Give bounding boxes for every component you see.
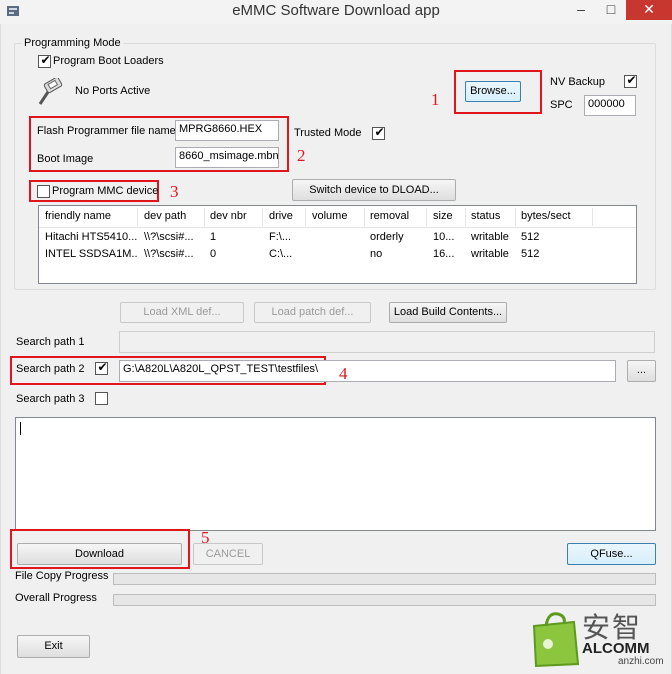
column-header[interactable]: bytes/sect [521, 210, 571, 222]
table-cell: 512 [521, 248, 540, 260]
checkmark-icon: ✔ [626, 73, 637, 87]
table-cell: 512 [521, 231, 540, 243]
spc-label: SPC [550, 99, 573, 111]
watermark-logo: 安智 ALCOMM anzhi.com [526, 606, 666, 668]
file-copy-progress-label: File Copy Progress [15, 570, 109, 582]
load-build-contents-button[interactable]: Load Build Contents... [389, 302, 507, 323]
title-bar: eMMC Software Download app – □ ✕ [0, 0, 672, 24]
flash-programmer-input[interactable]: MPRG8660.HEX [175, 120, 279, 141]
column-header[interactable]: removal [370, 210, 409, 222]
checkmark-icon: ✔ [374, 125, 385, 139]
search-path-3-checkbox[interactable] [95, 392, 108, 405]
trusted-mode-label: Trusted Mode [294, 127, 362, 139]
annotation-number-2: 2 [297, 146, 306, 165]
programming-mode-label: Programming Mode [22, 37, 123, 49]
table-row[interactable]: Hitachi HTS5410... \\?\scsi#... 1 F:\...… [39, 231, 636, 248]
load-patch-def-button[interactable]: Load patch def... [254, 302, 371, 323]
table-row[interactable]: INTEL SSDSA1M... \\?\scsi#... 0 C:\... n… [39, 248, 636, 265]
table-cell: 0 [210, 248, 217, 260]
table-cell: C:\... [269, 248, 293, 260]
column-header[interactable]: friendly name [45, 210, 111, 222]
program-mmc-checkbox[interactable] [37, 185, 50, 198]
table-cell: writable [471, 231, 509, 243]
nv-backup-label: NV Backup [550, 76, 606, 88]
table-cell: 16... [433, 248, 455, 260]
checkmark-icon: ✔ [40, 53, 51, 67]
exit-button[interactable]: Exit [17, 635, 90, 658]
load-xml-def-button[interactable]: Load XML def... [120, 302, 244, 323]
file-copy-progress-bar [113, 573, 656, 585]
table-cell: Hitachi HTS5410... [45, 231, 137, 243]
column-header[interactable]: dev path [144, 210, 186, 222]
search-path-browse-button[interactable]: ... [627, 360, 656, 382]
boot-image-input[interactable]: 8660_msimage.mbn [175, 147, 279, 168]
text-caret [20, 422, 21, 435]
cancel-button[interactable]: CANCEL [193, 543, 263, 565]
spc-input[interactable]: 000000 [584, 95, 636, 116]
program-mmc-label: Program MMC device [52, 185, 159, 197]
table-cell: INTEL SSDSA1M... [45, 248, 137, 260]
shopping-bag-icon [532, 612, 580, 668]
search-path-2-checkbox[interactable]: ✔ [95, 360, 108, 375]
program-boot-loaders-checkbox[interactable]: ✔ [38, 53, 51, 68]
table-cell: \\?\scsi#... [144, 248, 194, 260]
watermark-domain-text: anzhi.com [618, 656, 664, 667]
device-list[interactable]: friendly name dev path dev nbr drive vol… [38, 205, 637, 284]
column-header[interactable]: volume [312, 210, 347, 222]
boot-image-label: Boot Image [37, 153, 94, 165]
watermark-en-text: ALCOMM [582, 640, 650, 657]
annotation-number-3: 3 [170, 182, 179, 201]
device-list-header: friendly name dev path dev nbr drive vol… [39, 206, 636, 228]
table-cell: 1 [210, 231, 217, 243]
column-header[interactable]: dev nbr [210, 210, 247, 222]
close-button[interactable]: ✕ [626, 0, 672, 20]
program-boot-loaders-label: Program Boot Loaders [53, 55, 164, 67]
search-path-2-label: Search path 2 [16, 363, 85, 375]
minimize-button[interactable]: – [566, 0, 596, 20]
qfuse-button[interactable]: QFuse... [567, 543, 656, 565]
search-path-2-input[interactable]: G:\A820L\A820L_QPST_TEST\testfiles\ [119, 360, 616, 382]
search-path-3-label: Search path 3 [16, 393, 85, 405]
trusted-mode-checkbox[interactable]: ✔ [372, 125, 385, 140]
table-cell: orderly [370, 231, 404, 243]
switch-dload-button[interactable]: Switch device to DLOAD... [292, 179, 456, 201]
usb-cable-icon [38, 78, 63, 105]
log-output-area[interactable] [15, 417, 656, 531]
ports-status-text: No Ports Active [75, 85, 151, 97]
table-cell: no [370, 248, 383, 260]
overall-progress-bar [113, 594, 656, 606]
nv-backup-checkbox[interactable]: ✔ [624, 73, 637, 88]
checkmark-icon: ✔ [97, 360, 108, 374]
annotation-number-4: 4 [339, 364, 348, 383]
table-cell: writable [471, 248, 509, 260]
column-header[interactable]: status [471, 210, 500, 222]
overall-progress-label: Overall Progress [15, 592, 97, 604]
column-header[interactable]: drive [269, 210, 293, 222]
table-cell: \\?\scsi#... [144, 231, 194, 243]
table-cell: 10... [433, 231, 455, 243]
column-header[interactable]: size [433, 210, 453, 222]
search-path-1-input[interactable] [119, 331, 655, 353]
annotation-number-1: 1 [431, 90, 440, 109]
table-cell: F:\... [269, 231, 291, 243]
maximize-button[interactable]: □ [596, 0, 626, 20]
download-button[interactable]: Download [17, 543, 182, 565]
flash-programmer-label: Flash Programmer file name [37, 125, 176, 137]
browse-button[interactable]: Browse... [465, 81, 521, 102]
search-path-1-label: Search path 1 [16, 336, 85, 348]
